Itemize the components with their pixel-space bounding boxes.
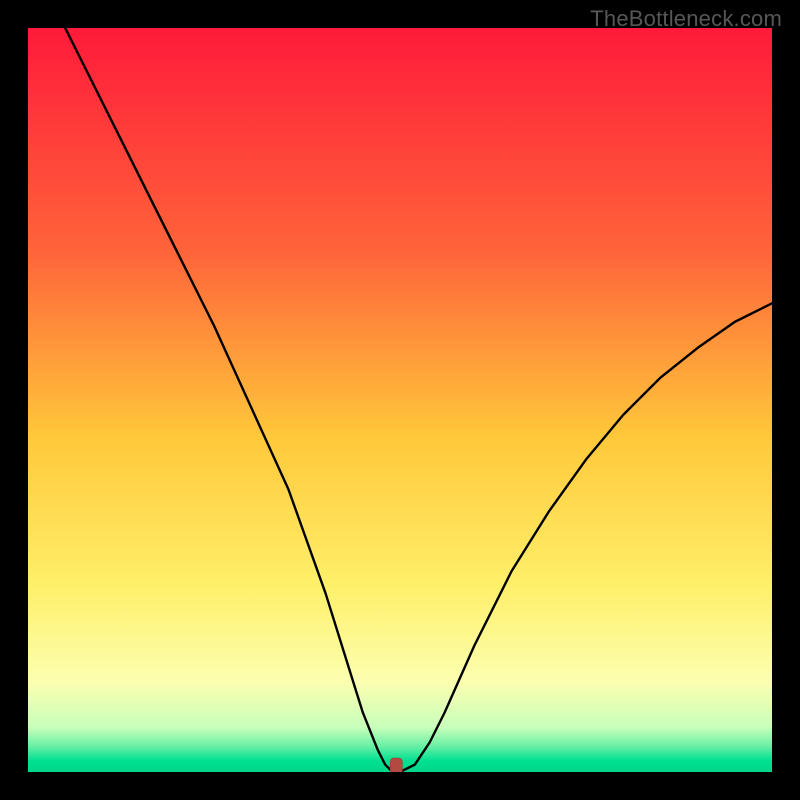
chart-svg: [28, 28, 772, 772]
plot-area: [28, 28, 772, 772]
optimal-point-marker: [390, 758, 402, 772]
gradient-background: [28, 28, 772, 772]
watermark-text: TheBottleneck.com: [590, 6, 782, 32]
chart-frame: TheBottleneck.com: [0, 0, 800, 800]
